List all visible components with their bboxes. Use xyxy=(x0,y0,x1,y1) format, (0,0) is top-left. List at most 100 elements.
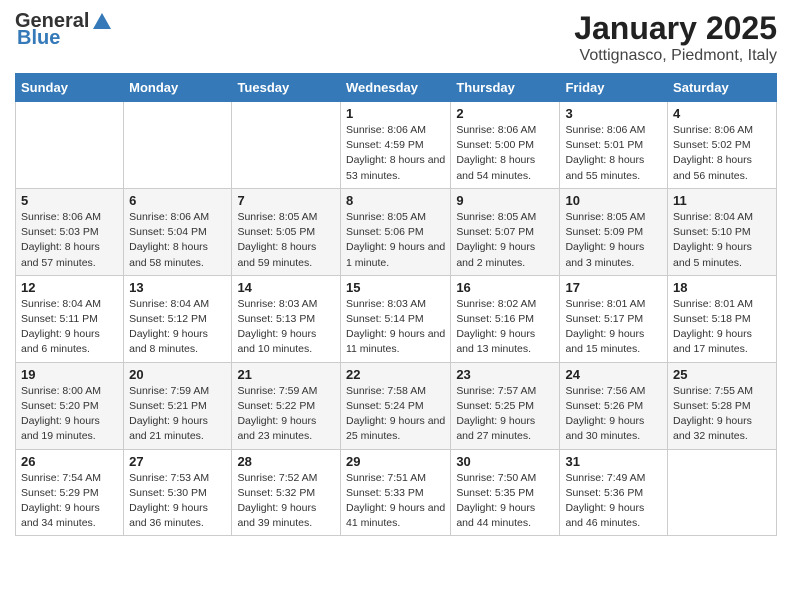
calendar-cell: 17 Sunrise: 8:01 AM Sunset: 5:17 PM Dayli… xyxy=(560,275,668,362)
day-number: 17 xyxy=(565,280,662,295)
calendar-cell: 26 Sunrise: 7:54 AM Sunset: 5:29 PM Dayli… xyxy=(16,449,124,536)
day-number: 3 xyxy=(565,106,662,121)
day-info: Sunrise: 8:06 AM Sunset: 5:02 PM Dayligh… xyxy=(673,123,771,184)
calendar-cell: 9Sunrise: 8:05 AM Sunset: 5:07 PM Daylig… xyxy=(451,188,560,275)
calendar-cell: 8 Sunrise: 8:05 AM Sunset: 5:06 PM Daylig… xyxy=(340,188,450,275)
day-info: Sunrise: 8:04 AM Sunset: 5:10 PM Dayligh… xyxy=(673,210,771,271)
day-number: 7 xyxy=(237,193,335,208)
day-info: Sunrise: 8:03 AM Sunset: 5:14 PM Dayligh… xyxy=(346,297,445,358)
day-info: Sunrise: 8:03 AM Sunset: 5:13 PM Dayligh… xyxy=(237,297,335,358)
day-number: 29 xyxy=(346,454,445,469)
main-title: January 2025 xyxy=(574,10,777,47)
calendar-cell xyxy=(16,102,124,189)
day-number: 16 xyxy=(456,280,554,295)
calendar-cell: 4 Sunrise: 8:06 AM Sunset: 5:02 PM Daylig… xyxy=(668,102,777,189)
calendar-cell: 14 Sunrise: 8:03 AM Sunset: 5:13 PM Dayli… xyxy=(232,275,341,362)
day-info: Sunrise: 8:06 AM Sunset: 5:00 PM Dayligh… xyxy=(456,123,554,184)
column-header-friday: Friday xyxy=(560,74,668,102)
day-info: Sunrise: 7:58 AM Sunset: 5:24 PM Dayligh… xyxy=(346,384,445,445)
subtitle: Vottignasco, Piedmont, Italy xyxy=(574,47,777,65)
day-number: 12 xyxy=(21,280,118,295)
day-number: 13 xyxy=(129,280,226,295)
logo-blue-text: Blue xyxy=(17,27,60,50)
calendar-cell: 10 Sunrise: 8:05 AM Sunset: 5:09 PM Dayli… xyxy=(560,188,668,275)
column-header-wednesday: Wednesday xyxy=(340,74,450,102)
day-number: 18 xyxy=(673,280,771,295)
week-row-1: 1 Sunrise: 8:06 AM Sunset: 4:59 PM Daylig… xyxy=(16,102,777,189)
week-row-5: 26 Sunrise: 7:54 AM Sunset: 5:29 PM Dayli… xyxy=(16,449,777,536)
day-info: Sunrise: 7:59 AM Sunset: 5:21 PM Dayligh… xyxy=(129,384,226,445)
calendar-cell: 7 Sunrise: 8:05 AM Sunset: 5:05 PM Daylig… xyxy=(232,188,341,275)
day-number: 20 xyxy=(129,367,226,382)
calendar-cell: 31 Sunrise: 7:49 AM Sunset: 5:36 PM Dayli… xyxy=(560,449,668,536)
page-container: General Blue January 2025 Vottignasco, P… xyxy=(0,0,792,546)
day-number: 22 xyxy=(346,367,445,382)
day-number: 5 xyxy=(21,193,118,208)
day-info: Sunrise: 8:06 AM Sunset: 5:03 PM Dayligh… xyxy=(21,210,118,271)
calendar-cell: 20 Sunrise: 7:59 AM Sunset: 5:21 PM Dayli… xyxy=(124,362,232,449)
day-info: Sunrise: 7:59 AM Sunset: 5:22 PM Dayligh… xyxy=(237,384,335,445)
calendar-cell: 28 Sunrise: 7:52 AM Sunset: 5:32 PM Dayli… xyxy=(232,449,341,536)
calendar-cell: 18 Sunrise: 8:01 AM Sunset: 5:18 PM Dayli… xyxy=(668,275,777,362)
day-info: Sunrise: 7:51 AM Sunset: 5:33 PM Dayligh… xyxy=(346,471,445,532)
calendar-cell: 21 Sunrise: 7:59 AM Sunset: 5:22 PM Dayli… xyxy=(232,362,341,449)
calendar-cell: 29 Sunrise: 7:51 AM Sunset: 5:33 PM Dayli… xyxy=(340,449,450,536)
day-info: Sunrise: 8:06 AM Sunset: 4:59 PM Dayligh… xyxy=(346,123,445,184)
week-row-2: 5 Sunrise: 8:06 AM Sunset: 5:03 PM Daylig… xyxy=(16,188,777,275)
logo-icon xyxy=(91,11,113,33)
day-number: 10 xyxy=(565,193,662,208)
day-number: 23 xyxy=(456,367,554,382)
day-number: 8 xyxy=(346,193,445,208)
day-number: 4 xyxy=(673,106,771,121)
day-info: Sunrise: 7:54 AM Sunset: 5:29 PM Dayligh… xyxy=(21,471,118,532)
calendar-table: SundayMondayTuesdayWednesdayThursdayFrid… xyxy=(15,73,777,536)
logo: General Blue xyxy=(15,10,113,50)
calendar-cell: 24 Sunrise: 7:56 AM Sunset: 5:26 PM Dayli… xyxy=(560,362,668,449)
calendar-cell: 3Sunrise: 8:06 AM Sunset: 5:01 PM Daylig… xyxy=(560,102,668,189)
calendar-cell: 30Sunrise: 7:50 AM Sunset: 5:35 PM Dayli… xyxy=(451,449,560,536)
day-info: Sunrise: 8:04 AM Sunset: 5:12 PM Dayligh… xyxy=(129,297,226,358)
day-info: Sunrise: 8:05 AM Sunset: 5:09 PM Dayligh… xyxy=(565,210,662,271)
calendar-body: 1 Sunrise: 8:06 AM Sunset: 4:59 PM Daylig… xyxy=(16,102,777,536)
day-number: 14 xyxy=(237,280,335,295)
day-info: Sunrise: 7:57 AM Sunset: 5:25 PM Dayligh… xyxy=(456,384,554,445)
day-info: Sunrise: 8:01 AM Sunset: 5:17 PM Dayligh… xyxy=(565,297,662,358)
day-number: 9 xyxy=(456,193,554,208)
calendar-cell: 11 Sunrise: 8:04 AM Sunset: 5:10 PM Dayli… xyxy=(668,188,777,275)
calendar-cell: 27Sunrise: 7:53 AM Sunset: 5:30 PM Dayli… xyxy=(124,449,232,536)
calendar-cell: 25Sunrise: 7:55 AM Sunset: 5:28 PM Dayli… xyxy=(668,362,777,449)
day-info: Sunrise: 7:53 AM Sunset: 5:30 PM Dayligh… xyxy=(129,471,226,532)
header: General Blue January 2025 Vottignasco, P… xyxy=(15,10,777,65)
day-info: Sunrise: 7:52 AM Sunset: 5:32 PM Dayligh… xyxy=(237,471,335,532)
day-number: 19 xyxy=(21,367,118,382)
column-header-tuesday: Tuesday xyxy=(232,74,341,102)
day-info: Sunrise: 7:49 AM Sunset: 5:36 PM Dayligh… xyxy=(565,471,662,532)
calendar-cell: 2 Sunrise: 8:06 AM Sunset: 5:00 PM Daylig… xyxy=(451,102,560,189)
day-number: 28 xyxy=(237,454,335,469)
day-info: Sunrise: 8:06 AM Sunset: 5:04 PM Dayligh… xyxy=(129,210,226,271)
calendar-cell: 19 Sunrise: 8:00 AM Sunset: 5:20 PM Dayli… xyxy=(16,362,124,449)
day-info: Sunrise: 8:00 AM Sunset: 5:20 PM Dayligh… xyxy=(21,384,118,445)
calendar-cell: 23 Sunrise: 7:57 AM Sunset: 5:25 PM Dayli… xyxy=(451,362,560,449)
calendar-cell: 22 Sunrise: 7:58 AM Sunset: 5:24 PM Dayli… xyxy=(340,362,450,449)
day-info: Sunrise: 8:05 AM Sunset: 5:06 PM Dayligh… xyxy=(346,210,445,271)
calendar-cell: 6Sunrise: 8:06 AM Sunset: 5:04 PM Daylig… xyxy=(124,188,232,275)
day-number: 2 xyxy=(456,106,554,121)
title-section: January 2025 Vottignasco, Piedmont, Ital… xyxy=(574,10,777,65)
calendar-cell xyxy=(232,102,341,189)
day-number: 26 xyxy=(21,454,118,469)
day-number: 11 xyxy=(673,193,771,208)
calendar-cell: 5 Sunrise: 8:06 AM Sunset: 5:03 PM Daylig… xyxy=(16,188,124,275)
calendar-cell xyxy=(124,102,232,189)
day-info: Sunrise: 8:05 AM Sunset: 5:05 PM Dayligh… xyxy=(237,210,335,271)
day-info: Sunrise: 7:56 AM Sunset: 5:26 PM Dayligh… xyxy=(565,384,662,445)
day-number: 21 xyxy=(237,367,335,382)
column-header-sunday: Sunday xyxy=(16,74,124,102)
calendar-cell: 16Sunrise: 8:02 AM Sunset: 5:16 PM Dayli… xyxy=(451,275,560,362)
day-number: 24 xyxy=(565,367,662,382)
day-info: Sunrise: 8:01 AM Sunset: 5:18 PM Dayligh… xyxy=(673,297,771,358)
day-number: 1 xyxy=(346,106,445,121)
day-number: 31 xyxy=(565,454,662,469)
calendar-cell: 13 Sunrise: 8:04 AM Sunset: 5:12 PM Dayli… xyxy=(124,275,232,362)
day-number: 25 xyxy=(673,367,771,382)
